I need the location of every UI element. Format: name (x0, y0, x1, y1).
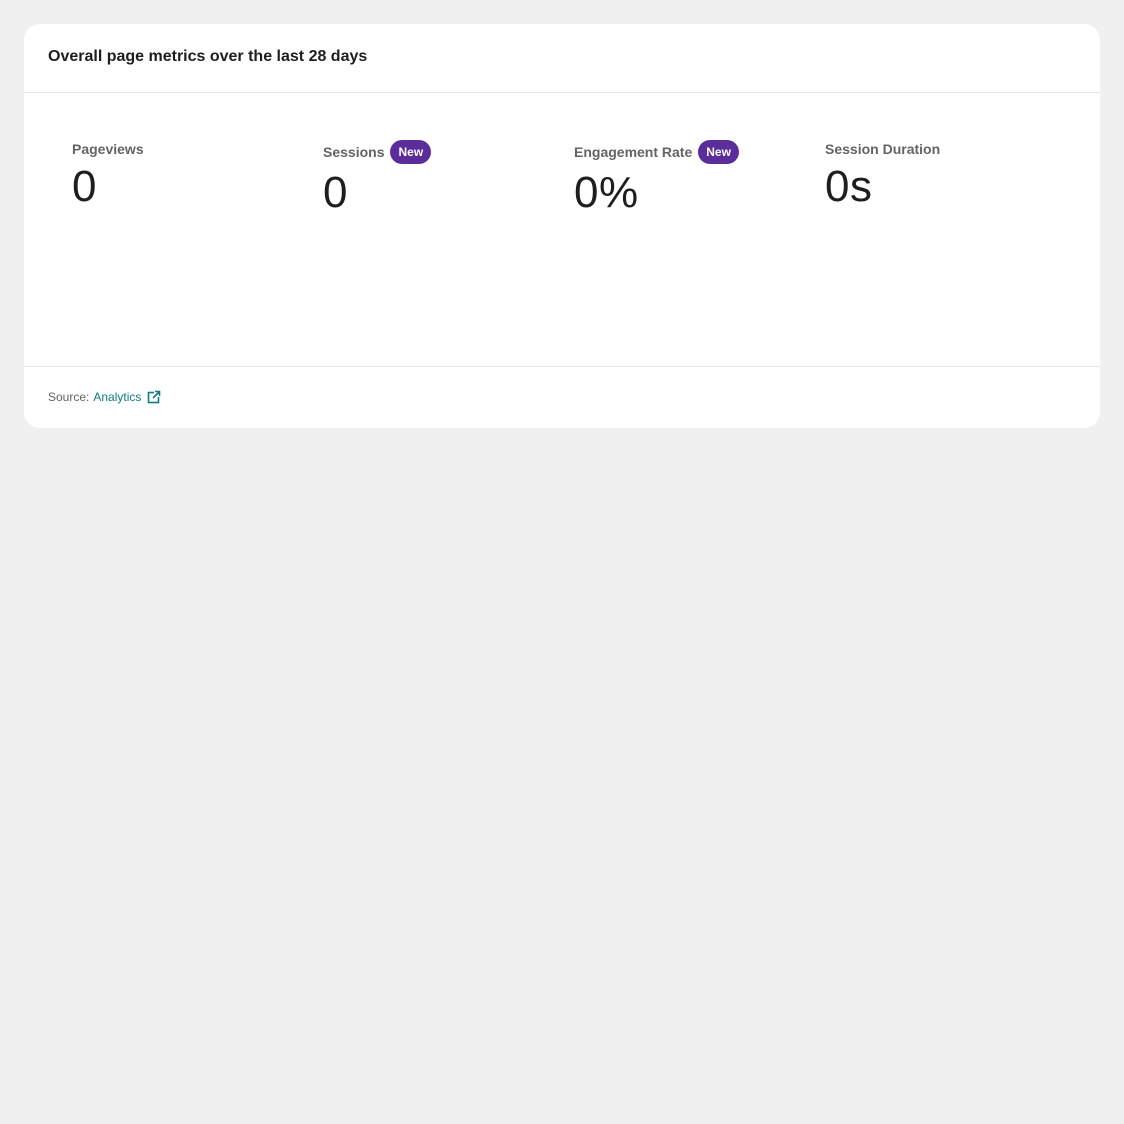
card-header: Overall page metrics over the last 28 da… (24, 24, 1100, 93)
external-link-icon (148, 390, 162, 404)
metric-value: 0% (574, 168, 639, 217)
metric-value: 0 (72, 162, 97, 211)
metric-sessions: Sessions New 0 (323, 139, 563, 215)
metric-label: Sessions (323, 144, 385, 160)
source-label: Source: (48, 390, 90, 404)
analytics-link-label: Analytics (93, 390, 142, 404)
metric-value: 0 (323, 168, 348, 217)
metric-label: Engagement Rate (574, 144, 693, 160)
card-footer: Source: Analytics (24, 367, 1100, 427)
page-metrics-card: Overall page metrics over the last 28 da… (24, 24, 1100, 428)
metric-label: Pageviews (72, 141, 144, 157)
metric-label-row: Pageviews (72, 139, 312, 159)
metric-label-row: Sessions New (323, 139, 563, 165)
analytics-link[interactable]: Analytics (93, 390, 162, 404)
metric-session-duration: Session Duration 0s (825, 139, 1065, 209)
metric-value: 0s (825, 162, 873, 211)
metric-label-row: Session Duration (825, 139, 1065, 159)
new-badge: New (390, 140, 432, 164)
metric-label: Session Duration (825, 141, 941, 157)
metrics-grid: Pageviews 0 Sessions New 0 Engagement Ra… (24, 93, 1100, 367)
new-badge: New (698, 140, 739, 164)
metric-label-row: Engagement Rate New (574, 139, 814, 165)
card-title: Overall page metrics over the last 28 da… (48, 48, 368, 65)
metric-engagement-rate: Engagement Rate New 0% (574, 139, 814, 215)
metric-pageviews: Pageviews 0 (72, 139, 312, 209)
